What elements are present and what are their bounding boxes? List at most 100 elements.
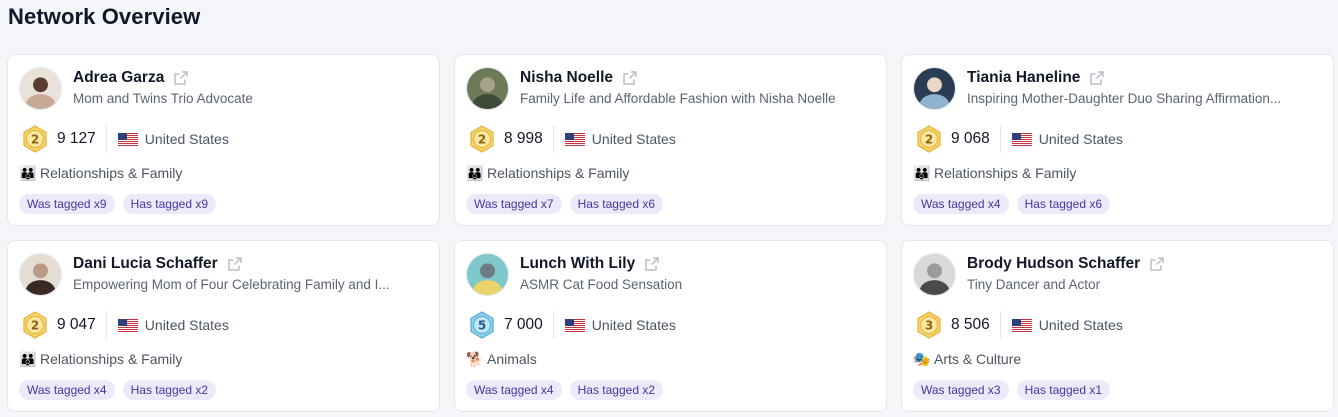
stats-row: 2 9 127 United States: [20, 123, 229, 155]
was-tagged-badge[interactable]: Was tagged x4: [466, 380, 562, 400]
was-tagged-badge[interactable]: Was tagged x7: [466, 194, 562, 214]
divider: [999, 311, 1001, 339]
us-flag-icon: [1011, 132, 1032, 146]
creator-card-5[interactable]: Lunch With Lily ASMR Cat Food Sensation …: [454, 240, 887, 412]
category: 👪 Relationships & Family: [19, 165, 182, 181]
tag-list: Was tagged x4 Has tagged x6: [913, 194, 1110, 214]
tag-list: Was tagged x7 Has tagged x6: [466, 194, 663, 214]
category-label: Animals: [487, 351, 537, 367]
tag-list: Was tagged x4 Has tagged x2: [466, 380, 663, 400]
external-link-icon[interactable]: [227, 256, 243, 272]
has-tagged-badge[interactable]: Has tagged x6: [569, 194, 663, 214]
avatar[interactable]: [913, 67, 956, 110]
external-link-icon[interactable]: [622, 70, 638, 86]
svg-text:2: 2: [478, 133, 486, 147]
level-badge-icon: 2: [20, 124, 50, 154]
creator-grid: Adrea Garza Mom and Twins Trio Advocate …: [7, 54, 1334, 412]
category-icon: 👪: [913, 165, 931, 181]
us-flag-icon: [1011, 318, 1032, 332]
creator-card-6[interactable]: Brody Hudson Schaffer Tiny Dancer and Ac…: [901, 240, 1334, 412]
has-tagged-badge[interactable]: Has tagged x2: [122, 380, 216, 400]
stats-row: 2 9 068 United States: [914, 123, 1123, 155]
creator-name[interactable]: Dani Lucia Schaffer: [73, 255, 218, 273]
name-row: Nisha Noelle: [520, 69, 875, 87]
has-tagged-badge[interactable]: Has tagged x1: [1016, 380, 1110, 400]
svg-text:2: 2: [31, 133, 39, 147]
avatar[interactable]: [466, 67, 509, 110]
category-icon: 👪: [19, 165, 37, 181]
name-row: Lunch With Lily: [520, 255, 875, 273]
has-tagged-badge[interactable]: Has tagged x9: [122, 194, 216, 214]
external-link-icon[interactable]: [1149, 256, 1165, 272]
external-link-icon[interactable]: [173, 70, 189, 86]
tag-list: Was tagged x4 Has tagged x2: [19, 380, 216, 400]
tag-list: Was tagged x3 Has tagged x1: [913, 380, 1110, 400]
country-label: United States: [591, 131, 676, 147]
creator-name[interactable]: Nisha Noelle: [520, 69, 613, 87]
category-label: Relationships & Family: [40, 351, 183, 367]
svg-text:2: 2: [31, 319, 39, 333]
creator-description: Tiny Dancer and Actor: [967, 277, 1101, 292]
category-icon: 🎭: [913, 351, 931, 367]
stats-row: 2 9 047 United States: [20, 309, 229, 341]
level-badge-icon: 2: [20, 310, 50, 340]
us-flag-icon: [564, 132, 585, 146]
has-tagged-badge[interactable]: Has tagged x6: [1016, 194, 1110, 214]
category-label: Relationships & Family: [40, 165, 183, 181]
category-icon: 👪: [466, 165, 484, 181]
category: 🐕 Animals: [466, 351, 537, 367]
was-tagged-badge[interactable]: Was tagged x3: [913, 380, 1009, 400]
follower-count: 8 998: [504, 130, 543, 147]
category-label: Relationships & Family: [934, 165, 1077, 181]
creator-name[interactable]: Adrea Garza: [73, 69, 164, 87]
country-label: United States: [144, 317, 229, 333]
creator-card-2[interactable]: Nisha Noelle Family Life and Affordable …: [454, 54, 887, 226]
stats-row: 5 7 000 United States: [467, 309, 676, 341]
name-row: Tiania Haneline: [967, 69, 1322, 87]
level-badge-icon: 2: [467, 124, 497, 154]
category: 👪 Relationships & Family: [19, 351, 182, 367]
divider: [105, 311, 107, 339]
name-row: Dani Lucia Schaffer: [73, 255, 428, 273]
avatar[interactable]: [19, 253, 62, 296]
country-label: United States: [144, 131, 229, 147]
category-icon: 👪: [19, 351, 37, 367]
divider: [105, 125, 107, 153]
creator-name[interactable]: Brody Hudson Schaffer: [967, 255, 1140, 273]
external-link-icon[interactable]: [1089, 70, 1105, 86]
category-label: Arts & Culture: [934, 351, 1022, 367]
category-icon: 🐕: [466, 351, 484, 367]
category: 👪 Relationships & Family: [913, 165, 1076, 181]
divider: [552, 125, 554, 153]
us-flag-icon: [117, 318, 138, 332]
page-title: Network Overview: [8, 4, 201, 29]
creator-name[interactable]: Lunch With Lily: [520, 255, 635, 273]
creator-card-1[interactable]: Adrea Garza Mom and Twins Trio Advocate …: [7, 54, 440, 226]
stats-row: 3 8 506 United States: [914, 309, 1123, 341]
creator-name[interactable]: Tiania Haneline: [967, 69, 1080, 87]
level-badge-icon: 3: [914, 310, 944, 340]
creator-description: Inspiring Mother-Daughter Duo Sharing Af…: [967, 91, 1282, 106]
divider: [552, 311, 554, 339]
avatar[interactable]: [466, 253, 509, 296]
creator-description: ASMR Cat Food Sensation: [520, 277, 683, 292]
follower-count: 8 506: [951, 316, 990, 333]
avatar[interactable]: [913, 253, 956, 296]
creator-card-3[interactable]: Tiania Haneline Inspiring Mother-Daughte…: [901, 54, 1334, 226]
was-tagged-badge[interactable]: Was tagged x4: [913, 194, 1009, 214]
creator-description: Empowering Mom of Four Celebrating Famil…: [73, 277, 390, 292]
category: 👪 Relationships & Family: [466, 165, 629, 181]
follower-count: 9 047: [57, 316, 96, 333]
country-label: United States: [1038, 317, 1123, 333]
avatar[interactable]: [19, 67, 62, 110]
level-badge-icon: 5: [467, 310, 497, 340]
svg-text:2: 2: [925, 133, 933, 147]
was-tagged-badge[interactable]: Was tagged x9: [19, 194, 115, 214]
follower-count: 9 127: [57, 130, 96, 147]
has-tagged-badge[interactable]: Has tagged x2: [569, 380, 663, 400]
svg-text:3: 3: [925, 319, 933, 333]
country-label: United States: [591, 317, 676, 333]
external-link-icon[interactable]: [644, 256, 660, 272]
creator-card-4[interactable]: Dani Lucia Schaffer Empowering Mom of Fo…: [7, 240, 440, 412]
was-tagged-badge[interactable]: Was tagged x4: [19, 380, 115, 400]
